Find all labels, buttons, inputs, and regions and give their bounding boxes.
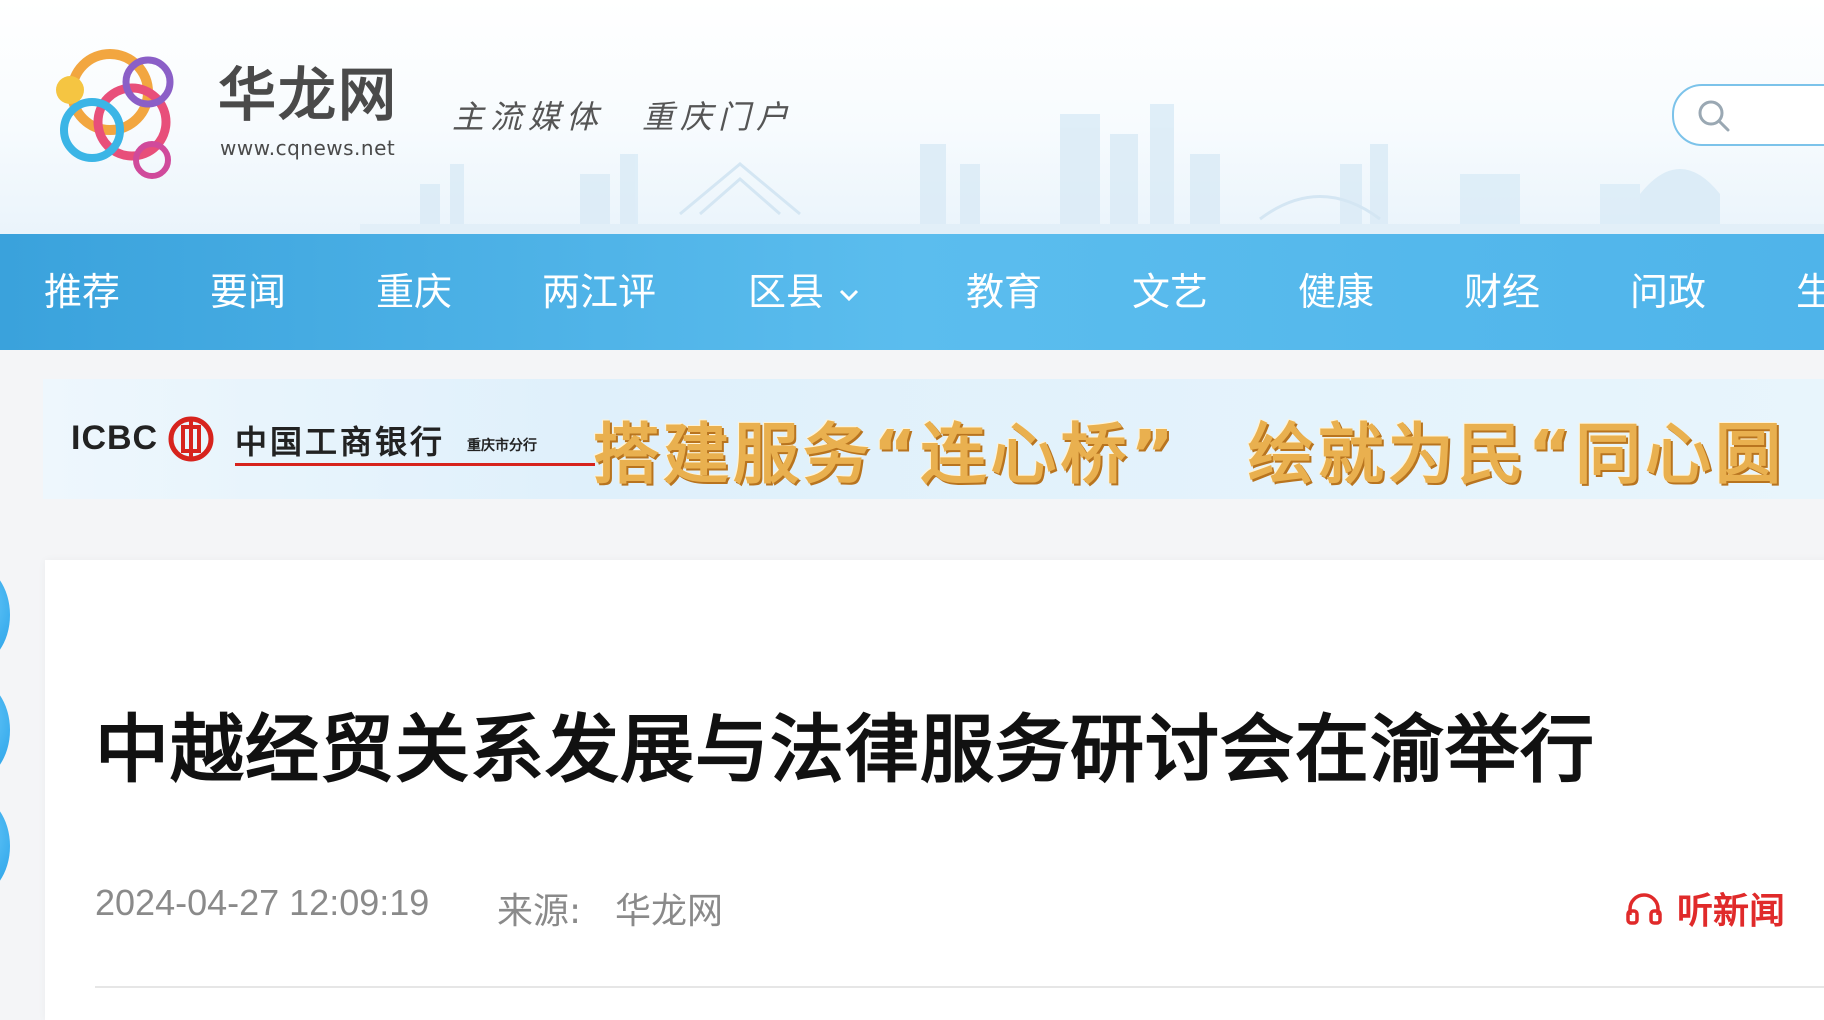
dragon-logo-icon[interactable] <box>40 30 200 190</box>
chevron-down-icon <box>839 289 859 301</box>
nav-item-districts[interactable]: 区县 <box>748 234 860 350</box>
nav-item-recommend[interactable]: 推荐 <box>44 234 120 350</box>
nav-item-arts[interactable]: 文艺 <box>1132 234 1208 350</box>
article-title: 中越经贸关系发展与法律服务研讨会在渝举行 <box>95 707 1595 793</box>
side-float-button-1[interactable] <box>0 565 10 665</box>
site-slogan: 主流媒体 重庆门户 <box>452 98 795 136</box>
bank-branch: 重庆市分行 <box>467 438 537 454</box>
article-date: 2024-04-27 12:09:19 <box>95 882 430 923</box>
listen-news-label: 听新闻 <box>1677 891 1786 932</box>
main-nav: 推荐 要闻 重庆 两江评 区县 教育 文艺 健康 财经 问政 生 <box>0 234 1824 350</box>
icbc-wordmark: ICBC <box>71 419 159 457</box>
search-icon[interactable] <box>1696 98 1732 134</box>
nav-item-chongqing[interactable]: 重庆 <box>376 234 452 350</box>
nav-item-politics[interactable]: 问政 <box>1630 234 1706 350</box>
icbc-logo-icon <box>168 416 214 462</box>
side-float-button-3[interactable] <box>0 796 10 896</box>
bank-underline <box>235 463 595 466</box>
bank-name: 中国工商银行 <box>235 423 446 461</box>
listen-news-button[interactable]: 听新闻 <box>1625 882 1785 932</box>
article-card: 中越经贸关系发展与法律服务研讨会在渝举行 2024-04-27 12:09:19… <box>45 560 1824 1020</box>
nav-item-liangjiang[interactable]: 两江评 <box>542 234 656 350</box>
nav-item-life[interactable]: 生 <box>1796 234 1824 350</box>
nav-item-headlines[interactable]: 要闻 <box>210 234 286 350</box>
search-box[interactable] <box>1672 84 1824 146</box>
nav-item-finance[interactable]: 财经 <box>1464 234 1540 350</box>
nav-item-health[interactable]: 健康 <box>1298 234 1374 350</box>
site-header: 华龙网 www.cqnews.net 主流媒体 重庆门户 <box>0 0 1824 234</box>
nav-item-districts-label: 区县 <box>748 270 825 314</box>
article-source: 华龙网 <box>615 891 724 932</box>
article-source-label: 来源: <box>497 891 582 932</box>
brand-url: www.cqnews.net <box>220 136 396 160</box>
headphones-icon <box>1626 893 1662 925</box>
icbc-banner-ad[interactable]: ICBC 中国工商银行 重庆市分行 搭建服务“连心桥” 绘就为民“同心圆 <box>43 379 1824 499</box>
banner-slogan: 搭建服务“连心桥” 绘就为民“同心圆 <box>593 416 1786 493</box>
side-float-button-2[interactable] <box>0 680 10 780</box>
meta-divider <box>95 986 1824 988</box>
brand-title[interactable]: 华龙网 <box>218 66 398 124</box>
nav-item-education[interactable]: 教育 <box>966 234 1042 350</box>
